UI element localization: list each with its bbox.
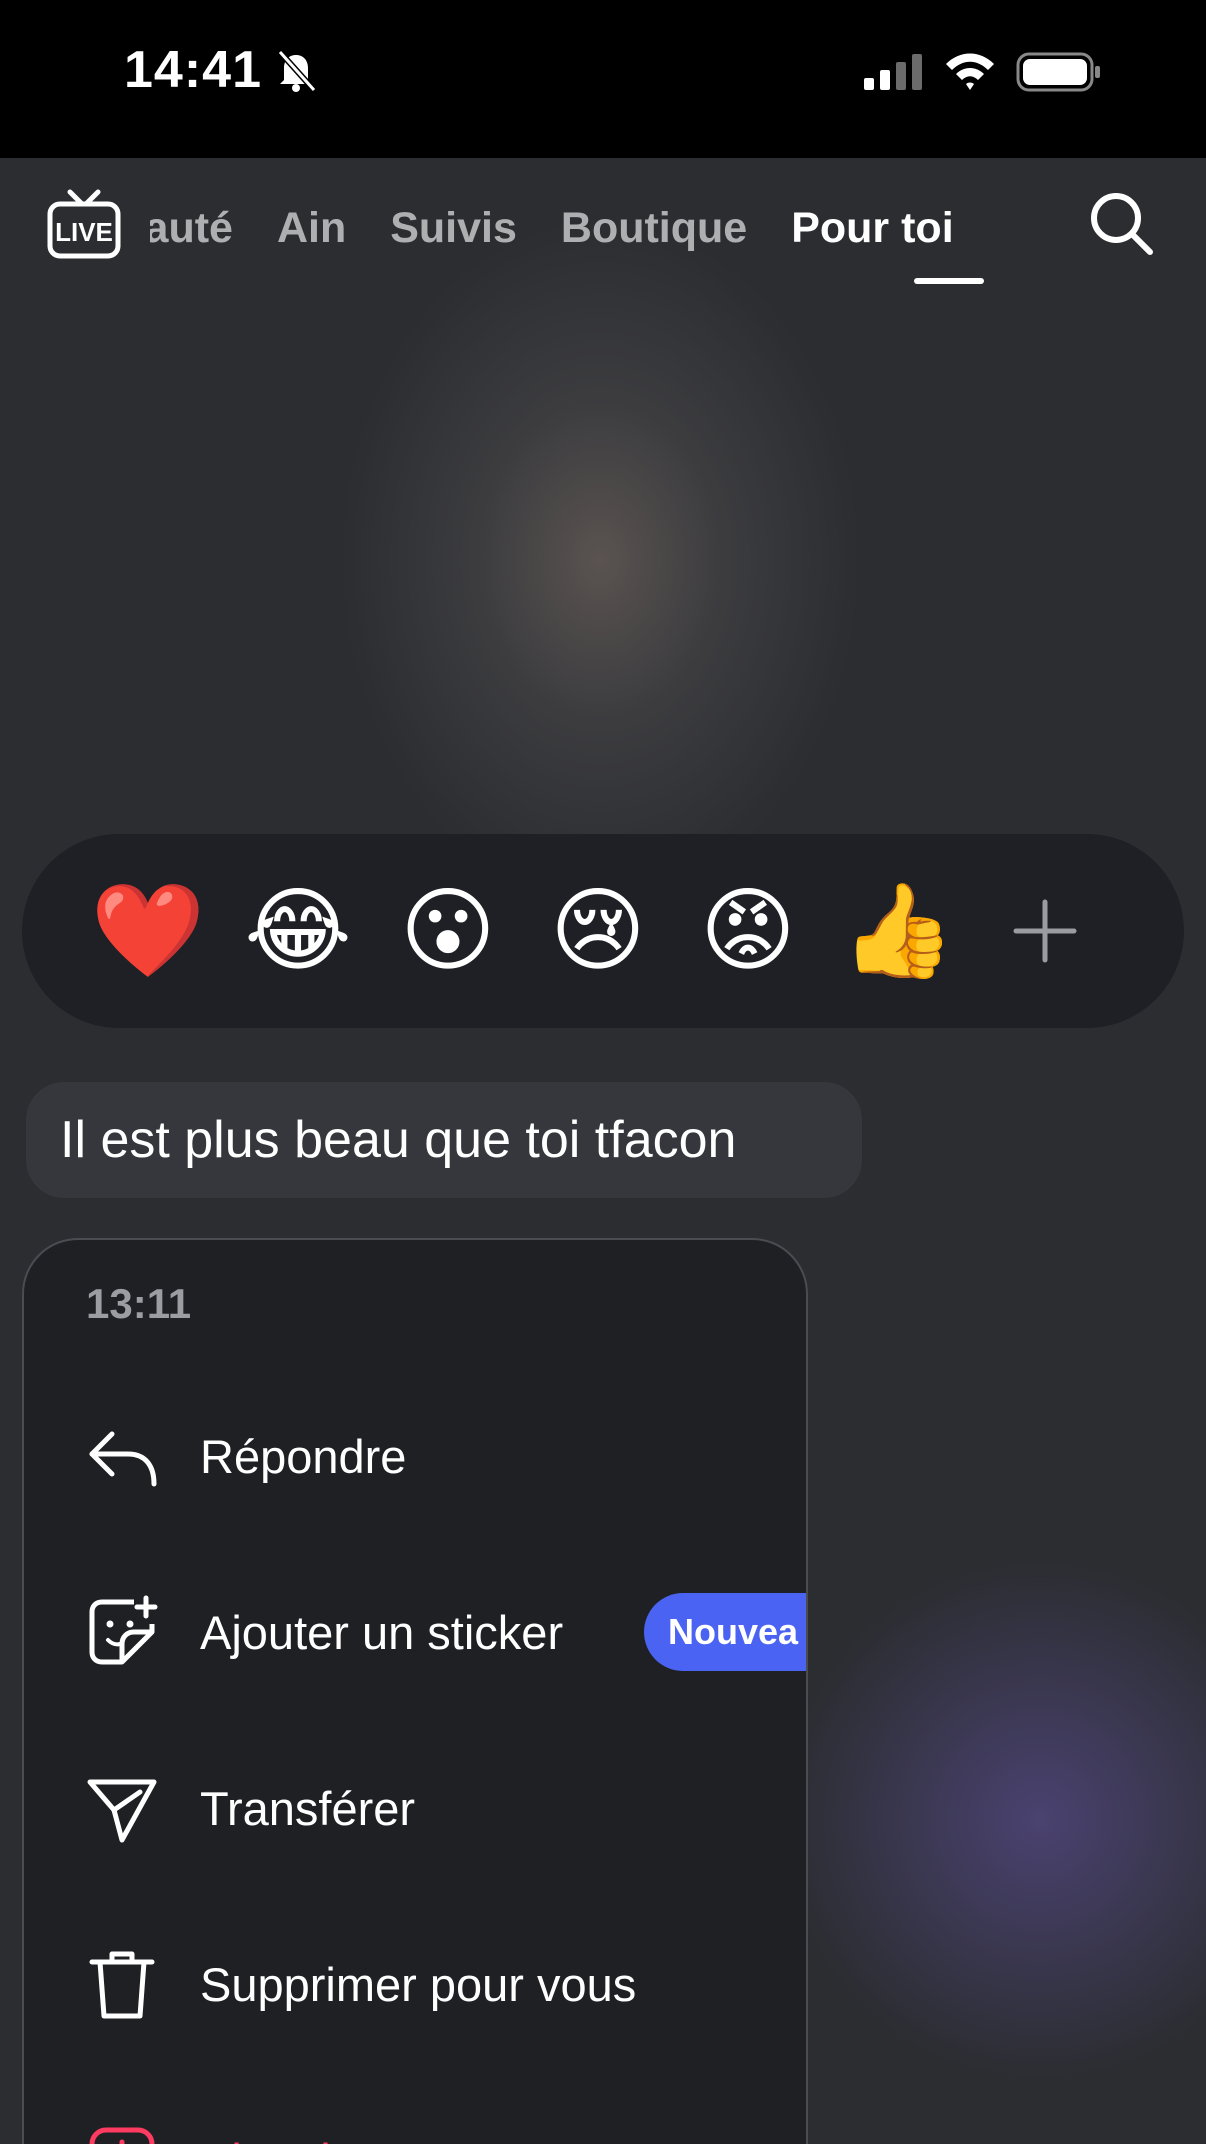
- menu-label-reply: Répondre: [200, 1429, 407, 1483]
- status-time: 14:41: [124, 41, 262, 99]
- reaction-thumbs-up[interactable]: 👍: [841, 879, 956, 983]
- bell-slash-icon: [277, 49, 317, 93]
- plus-icon[interactable]: [1010, 896, 1080, 966]
- tab-boutique[interactable]: Boutique: [561, 204, 747, 253]
- angry-emoji: 😡: [700, 877, 796, 984]
- message-timestamp: 13:11: [86, 1280, 192, 1327]
- thumbs-up-emoji: 👍: [840, 877, 956, 984]
- tab-suivis[interactable]: Suivis: [390, 204, 517, 253]
- sad-emoji: 😢: [550, 877, 646, 984]
- reaction-bar: ❤️ 😂 😮 😢 😡 👍: [22, 834, 1184, 1028]
- wow-emoji: 😮: [400, 877, 496, 984]
- menu-item-add-sticker[interactable]: Ajouter un sticker Nouvea: [24, 1572, 806, 1692]
- reaction-laugh[interactable]: 😂: [244, 877, 352, 984]
- wifi-icon: [946, 53, 994, 90]
- trash-icon: [89, 1951, 155, 2019]
- message-bubble[interactable]: Il est plus beau que toi tfacon: [26, 1082, 862, 1198]
- heart-emoji: ❤️: [90, 877, 206, 984]
- message-context-menu: 13:11 Répondre Ajouter un sticker Nouvea: [22, 1238, 808, 2144]
- screen: 14:41 LIVE auté Ain Suivis Boutique Pour…: [0, 0, 1206, 2144]
- status-bar: 14:41: [0, 0, 1206, 158]
- tab-pour-toi[interactable]: Pour toi: [791, 204, 953, 253]
- laugh-emoji: 😂: [244, 877, 352, 984]
- search-icon[interactable]: [1088, 190, 1154, 256]
- nav-tabs: unauté Ain Suivis Boutique Pour toi: [150, 198, 1050, 258]
- menu-item-reply[interactable]: Répondre: [24, 1396, 806, 1516]
- battery-icon: [1016, 52, 1100, 92]
- menu-label-add-sticker: Ajouter un sticker: [200, 1605, 564, 1659]
- menu-item-report[interactable]: Signaler: [24, 2100, 806, 2144]
- reaction-wow[interactable]: 😮: [396, 879, 500, 983]
- top-nav: LIVE unauté Ain Suivis Boutique Pour toi: [0, 158, 1206, 298]
- cellular-signal-icon: [864, 54, 922, 90]
- reaction-heart[interactable]: ❤️: [91, 879, 206, 983]
- tab-communaute[interactable]: unauté: [150, 204, 233, 253]
- new-badge: Nouvea: [644, 1593, 806, 1671]
- menu-item-forward[interactable]: Transférer: [24, 1748, 806, 1868]
- sticker-icon: [89, 1595, 158, 1665]
- menu-label-forward: Transférer: [200, 1781, 416, 1835]
- menu-item-delete[interactable]: Supprimer pour vous: [24, 1924, 806, 2044]
- active-tab-indicator: [914, 278, 984, 284]
- reaction-sad[interactable]: 😢: [546, 879, 650, 983]
- report-icon: [89, 2127, 155, 2144]
- live-tv-icon[interactable]: LIVE: [46, 188, 122, 264]
- live-label: LIVE: [55, 217, 113, 247]
- reaction-angry[interactable]: 😡: [696, 879, 800, 983]
- message-text: Il est plus beau que toi tfacon: [60, 1111, 737, 1169]
- reply-icon: [89, 1431, 157, 1487]
- send-icon: [87, 1779, 157, 1843]
- menu-label-delete: Supprimer pour vous: [200, 1957, 637, 2011]
- menu-label-report: Signaler: [200, 2133, 372, 2144]
- tab-ain[interactable]: Ain: [277, 204, 346, 253]
